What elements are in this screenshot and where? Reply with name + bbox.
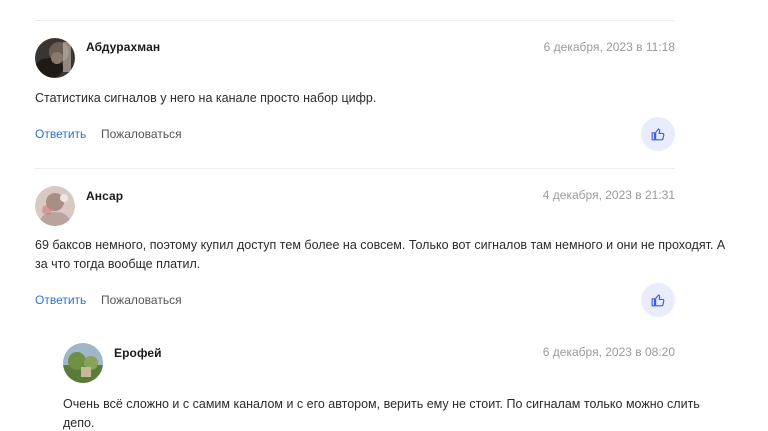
report-button[interactable]: Пожаловаться [101,293,182,307]
reply-text-line: Очень всё сложно и с самим каналом и с е… [63,397,700,411]
divider [35,20,675,21]
comments-section: Абдурахман 6 декабря, 2023 в 11:18 Стати… [0,0,768,431]
reply-author[interactable]: Ерофей [114,346,162,360]
reply-button[interactable]: Ответить [35,127,86,141]
reply-date: 6 декабря, 2023 в 08:20 [542,345,675,359]
comment-date: 4 декабря, 2023 в 21:31 [542,188,675,202]
comment-text: Статистика сигналов у него на канале про… [35,91,377,105]
avatar[interactable] [35,38,75,78]
comment-text: 69 баксов немного, поэтому купил доступ … [35,236,726,274]
comment-date: 6 декабря, 2023 в 11:18 [543,40,675,54]
comment-author[interactable]: Ансар [86,189,123,203]
avatar[interactable] [35,186,75,226]
comment-text-line: за что тогда вообще платил. [35,257,201,271]
like-button[interactable] [641,283,675,317]
report-button[interactable]: Пожаловаться [101,127,182,141]
thumbs-up-icon [651,294,665,307]
reply-button[interactable]: Ответить [35,293,86,307]
comment-text-line: 69 баксов немного, поэтому купил доступ … [35,238,726,252]
divider [35,168,675,169]
reply-text-line: депо. [63,416,95,430]
avatar[interactable] [63,343,103,383]
thumbs-up-icon [651,128,665,141]
comment-author[interactable]: Абдурахман [86,40,160,54]
reply-text: Очень всё сложно и с самим каналом и с е… [63,395,703,431]
like-button[interactable] [641,117,675,151]
